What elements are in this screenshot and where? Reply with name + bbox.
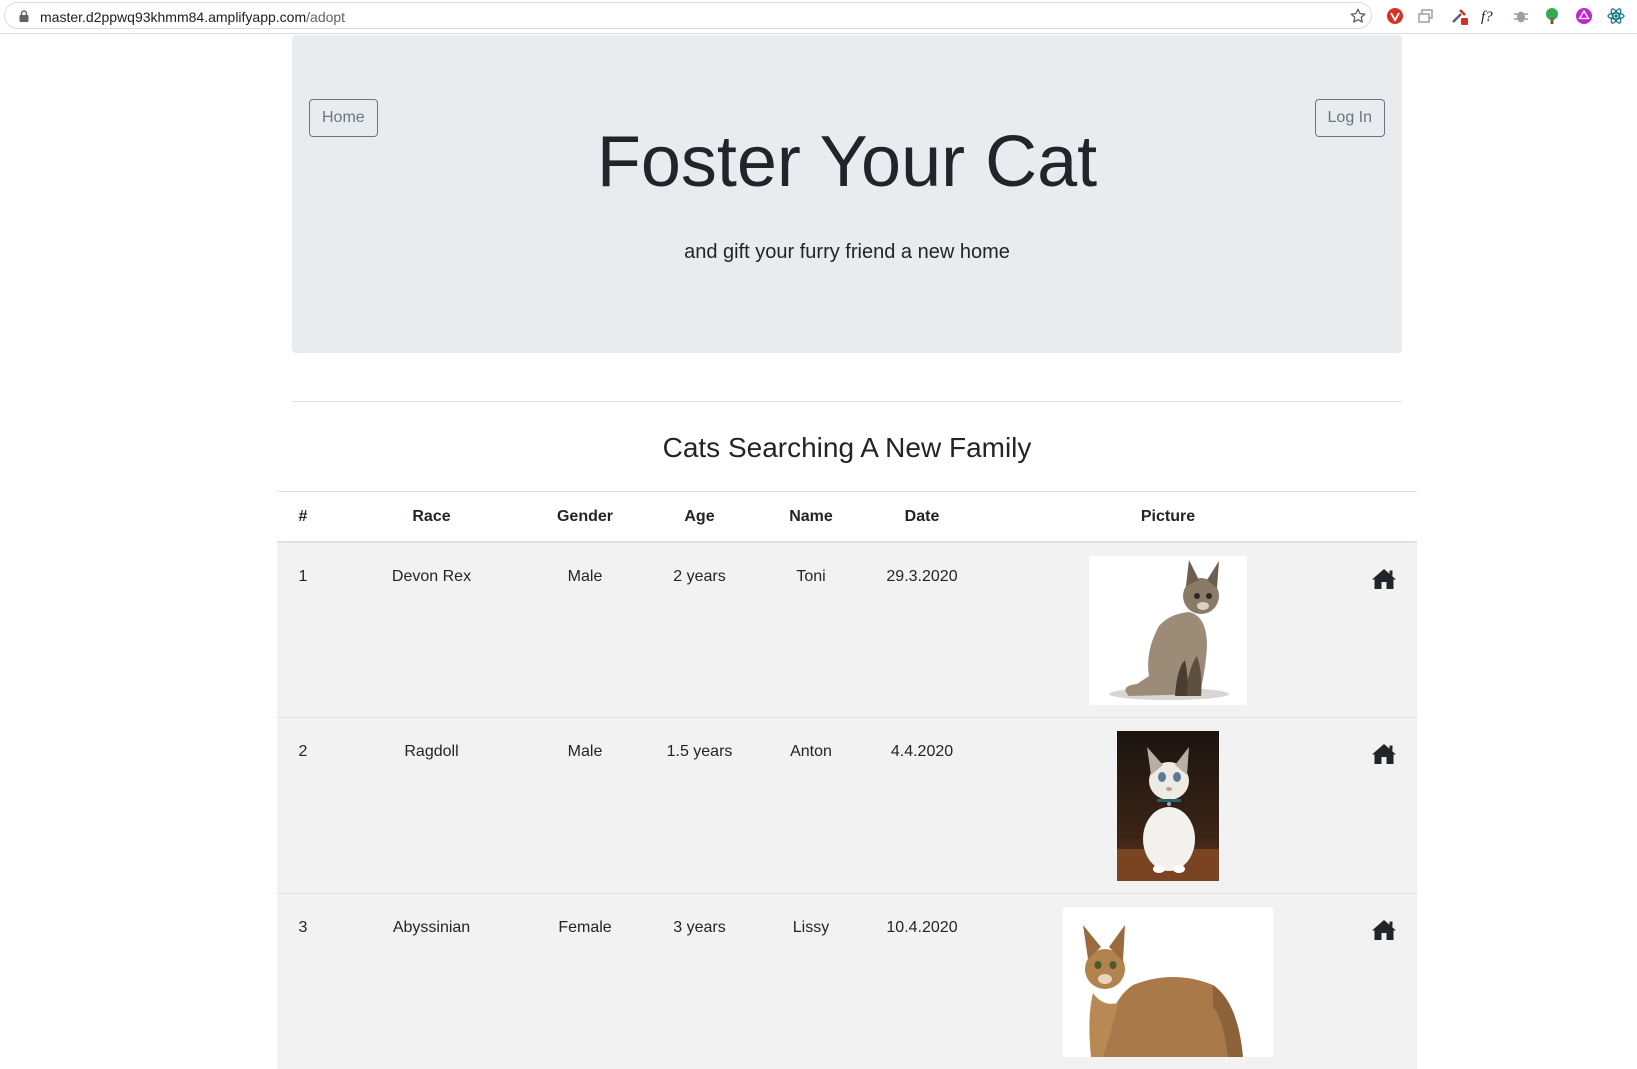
home-icon[interactable] bbox=[1371, 743, 1397, 765]
url-path: /adopt bbox=[306, 9, 345, 25]
table-header-row: # Race Gender Age Name Date Picture bbox=[277, 492, 1417, 543]
browser-toolbar: master.d2ppwq93khmm84.amplifyapp.com/ado… bbox=[0, 0, 1637, 34]
table-row: 2 Ragdoll Male 1.5 years Anton 4.4.2020 bbox=[277, 718, 1417, 894]
table-row: 1 Devon Rex Male 2 years Toni 29.3.2020 bbox=[277, 542, 1417, 718]
cell-picture bbox=[985, 718, 1351, 894]
column-header-race: Race bbox=[329, 492, 534, 543]
extension-function-icon[interactable]: f? bbox=[1480, 7, 1498, 25]
cell-date: 10.4.2020 bbox=[859, 894, 985, 1069]
svg-text:f?: f? bbox=[1481, 9, 1493, 25]
cell-picture bbox=[985, 894, 1351, 1069]
cell-name: Lissy bbox=[763, 894, 859, 1069]
lock-icon bbox=[19, 10, 29, 22]
home-icon[interactable] bbox=[1371, 568, 1397, 590]
cell-action bbox=[1351, 542, 1417, 718]
url-text: master.d2ppwq93khmm84.amplifyapp.com/ado… bbox=[40, 9, 345, 25]
cell-number: 2 bbox=[277, 718, 329, 894]
table-row: 3 Abyssinian Female 3 years Lissy 10.4.2… bbox=[277, 894, 1417, 1069]
cell-age: 2 years bbox=[636, 542, 763, 718]
bookmark-star-icon[interactable] bbox=[1349, 7, 1367, 25]
cell-name: Anton bbox=[763, 718, 859, 894]
page-subtitle: and gift your furry friend a new home bbox=[292, 241, 1402, 264]
section-title: Cats Searching A New Family bbox=[292, 432, 1402, 464]
cell-gender: Male bbox=[534, 718, 636, 894]
column-header-picture: Picture bbox=[985, 492, 1351, 543]
extension-react-icon[interactable] bbox=[1607, 7, 1625, 25]
cell-date: 29.3.2020 bbox=[859, 542, 985, 718]
extension-graphql-icon[interactable] bbox=[1575, 7, 1593, 25]
column-header-gender: Gender bbox=[534, 492, 636, 543]
url-host: master.d2ppwq93khmm84.amplifyapp.com bbox=[40, 9, 306, 25]
cat-photo-ragdoll bbox=[1117, 731, 1219, 881]
cell-age: 1.5 years bbox=[636, 718, 763, 894]
cell-gender: Male bbox=[534, 542, 636, 718]
cell-number: 1 bbox=[277, 542, 329, 718]
home-icon[interactable] bbox=[1371, 919, 1397, 941]
cell-action bbox=[1351, 894, 1417, 1069]
cats-table: # Race Gender Age Name Date Picture 1 De… bbox=[277, 491, 1417, 1069]
cell-action bbox=[1351, 718, 1417, 894]
extension-vue-icon[interactable] bbox=[1386, 7, 1404, 25]
address-bar[interactable]: master.d2ppwq93khmm84.amplifyapp.com/ado… bbox=[4, 2, 1372, 29]
column-header-name: Name bbox=[763, 492, 859, 543]
cell-race: Devon Rex bbox=[329, 542, 534, 718]
cell-name: Toni bbox=[763, 542, 859, 718]
cell-age: 3 years bbox=[636, 894, 763, 1069]
extension-eyedropper-icon[interactable] bbox=[1450, 7, 1468, 25]
section-divider bbox=[292, 401, 1402, 402]
cat-photo-abyssinian bbox=[1063, 907, 1273, 1057]
hero-header: Home Log In Foster Your Cat and gift you… bbox=[292, 35, 1402, 353]
column-header-age: Age bbox=[636, 492, 763, 543]
cell-race: Abyssinian bbox=[329, 894, 534, 1069]
extension-bug-icon[interactable] bbox=[1512, 7, 1530, 25]
cell-picture bbox=[985, 542, 1351, 718]
cat-photo-devon-rex bbox=[1089, 556, 1247, 705]
column-header-date: Date bbox=[859, 492, 985, 543]
column-header-action bbox=[1351, 492, 1417, 543]
extension-tree-icon[interactable] bbox=[1543, 7, 1561, 25]
cell-number: 3 bbox=[277, 894, 329, 1069]
cell-race: Ragdoll bbox=[329, 718, 534, 894]
page-title: Foster Your Cat bbox=[292, 123, 1402, 202]
column-header-number: # bbox=[277, 492, 329, 543]
cell-date: 4.4.2020 bbox=[859, 718, 985, 894]
cell-gender: Female bbox=[534, 894, 636, 1069]
extension-tabs-icon[interactable] bbox=[1417, 7, 1435, 25]
